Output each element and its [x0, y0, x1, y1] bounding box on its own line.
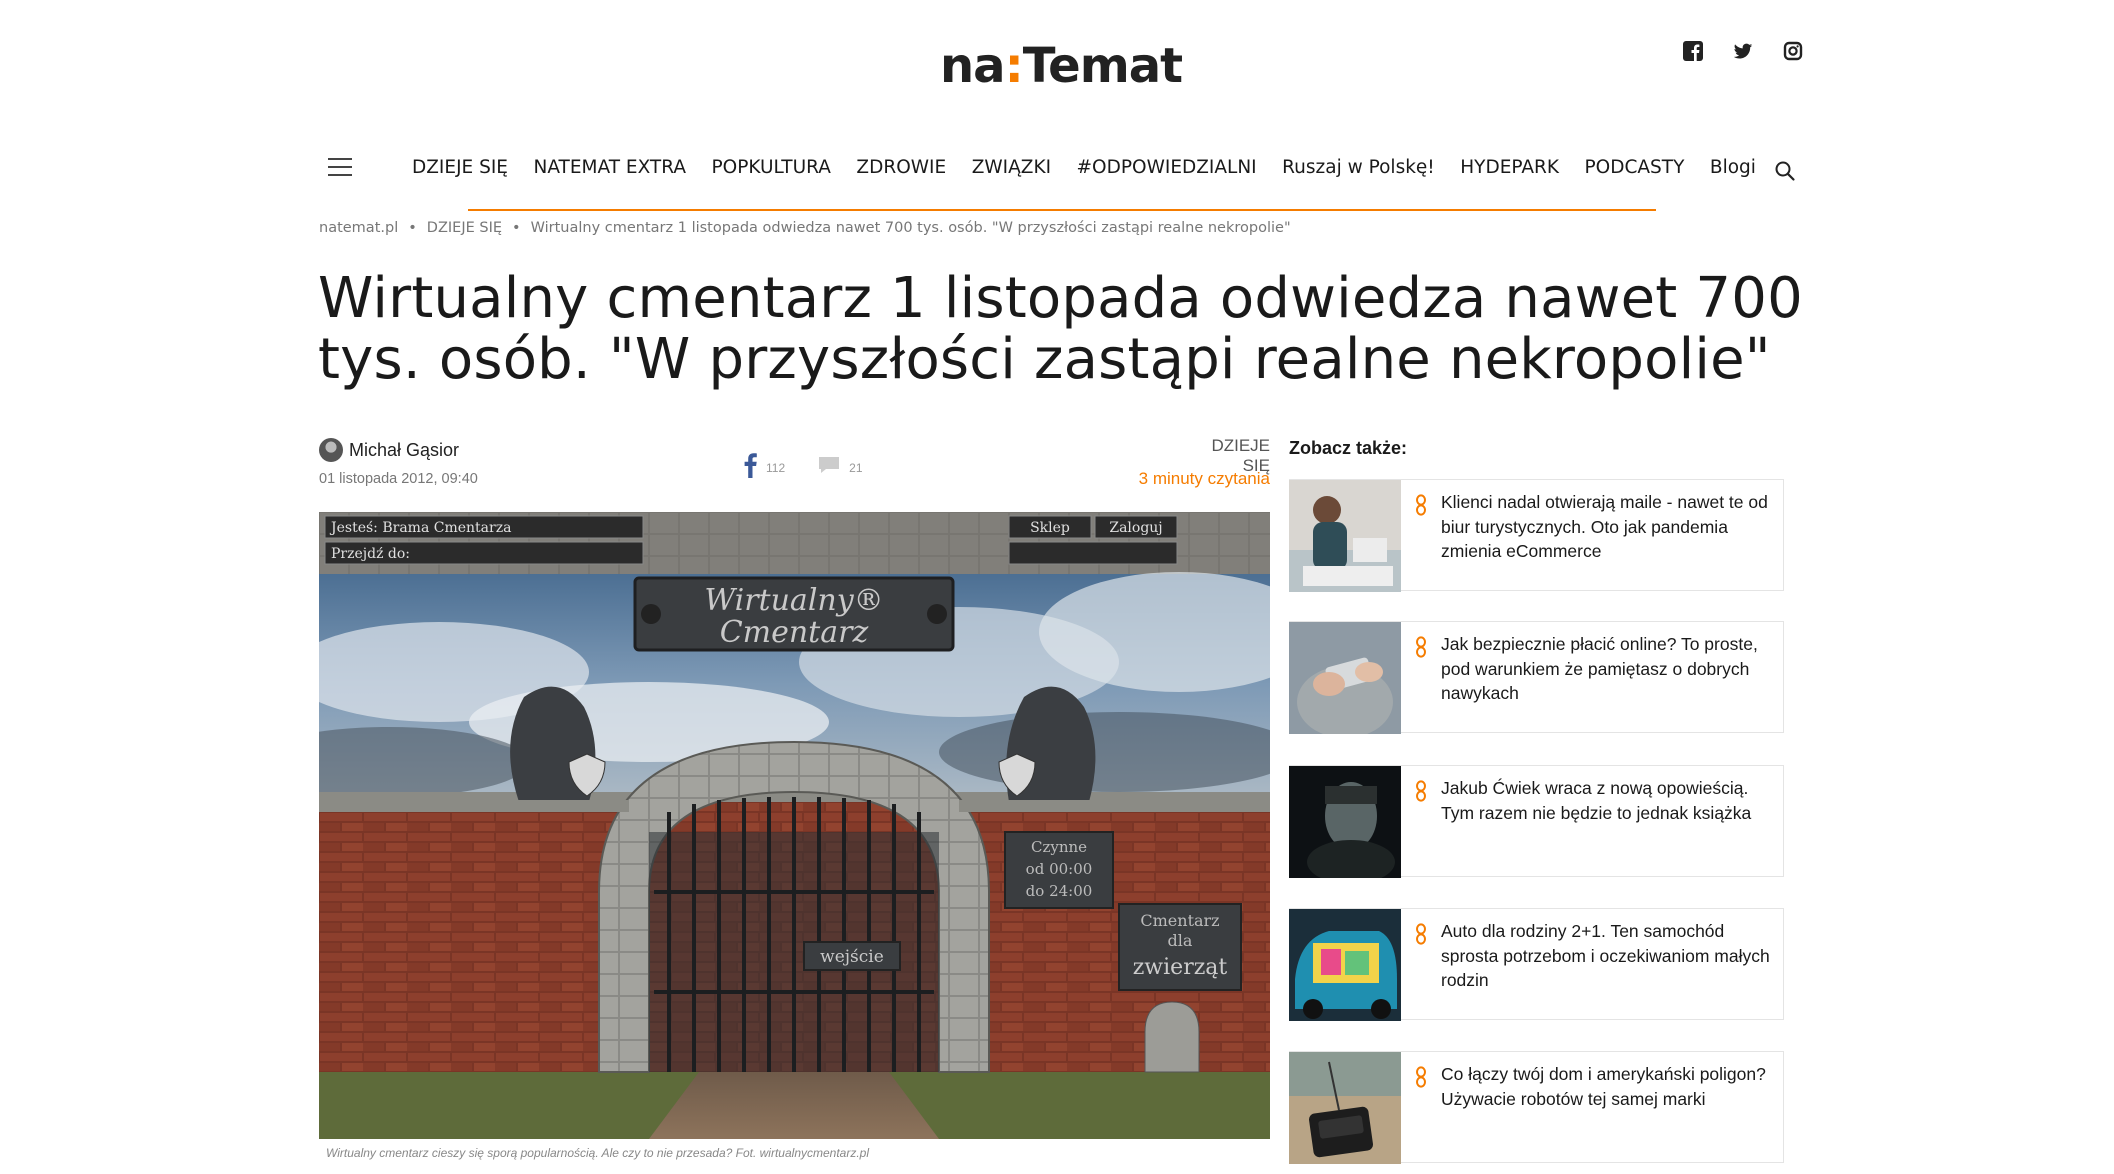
hero-hours-from: od 00:00	[1026, 860, 1093, 878]
nav-item-zdrowie[interactable]: ZDROWIE	[856, 153, 946, 183]
share-bar: 112 21	[742, 452, 887, 483]
author-name[interactable]: Michał Gąsior	[349, 440, 459, 461]
link-chain-icon	[1415, 780, 1435, 876]
breadcrumb-separator: •	[512, 220, 521, 236]
article-hero-image: Wirtualny® Cmentarz Jesteś: Brama Cmenta…	[319, 512, 1270, 1139]
related-article-thumbnail[interactable]	[1289, 622, 1401, 734]
nav-item-podcasty[interactable]: PODCASTY	[1585, 153, 1685, 183]
hero-goto-label: Przejdź do:	[331, 546, 410, 562]
related-article-title[interactable]: Auto dla rodziny 2+1. Ten samochód spros…	[1435, 909, 1783, 1019]
related-article-card[interactable]: Klienci nadal otwierają maile - nawet te…	[1289, 479, 1784, 592]
instagram-icon[interactable]	[1782, 40, 1804, 62]
facebook-share-count: 112	[766, 460, 786, 475]
related-article-title[interactable]: Klienci nadal otwierają maile - nawet te…	[1435, 480, 1783, 590]
related-article-thumbnail[interactable]	[1289, 480, 1401, 592]
related-article-card[interactable]: Jakub Ćwiek wraca z nową opowieścią. Tym…	[1289, 765, 1784, 878]
hero-pets-line3: zwierząt	[1133, 955, 1228, 980]
facebook-icon[interactable]	[1682, 40, 1704, 62]
link-chain-icon	[1415, 1066, 1435, 1162]
nav-item-popkultura[interactable]: POPKULTURA	[712, 153, 831, 183]
article-title: Wirtualny cmentarz 1 listopada odwiedza …	[318, 266, 1803, 392]
main-nav: DZIEJE SIĘ NATEMAT EXTRA POPKULTURA ZDRO…	[412, 153, 1781, 183]
related-article-card[interactable]: Auto dla rodziny 2+1. Ten samochód spros…	[1289, 908, 1784, 1021]
menu-icon[interactable]	[328, 158, 352, 176]
link-chain-icon	[1415, 923, 1435, 1019]
breadcrumb-separator: •	[408, 220, 417, 236]
nav-item-natemat-extra[interactable]: NATEMAT EXTRA	[533, 153, 686, 183]
comment-count: 21	[849, 460, 863, 475]
facebook-share-icon[interactable]	[742, 452, 758, 483]
breadcrumb-home[interactable]: natemat.pl	[319, 220, 398, 236]
hero-sign-line1: Wirtualny®	[704, 583, 883, 618]
related-article-thumbnail[interactable]	[1289, 1052, 1401, 1164]
related-article-thumbnail[interactable]	[1289, 766, 1401, 878]
breadcrumb-section[interactable]: DZIEJE SIĘ	[427, 220, 502, 236]
hero-pets-line1: Cmentarz	[1140, 911, 1219, 930]
related-article-card[interactable]: Co łączy twój dom i amerykański poligon?…	[1289, 1051, 1784, 1164]
see-also-heading: Zobacz także:	[1289, 438, 1408, 458]
hero-pets-line2: dla	[1168, 931, 1193, 950]
related-article-thumbnail[interactable]	[1289, 909, 1401, 1021]
hero-shop-label: Sklep	[1030, 520, 1070, 536]
nav-item-zwiazki[interactable]: ZWIĄZKI	[972, 153, 1051, 183]
nav-underline	[468, 209, 1656, 211]
hero-login-label: Zaloguj	[1109, 520, 1162, 536]
hero-hours-to: do 24:00	[1026, 882, 1093, 900]
nav-item-hydepark[interactable]: HYDEPARK	[1460, 153, 1559, 183]
related-article-title[interactable]: Jak bezpiecznie płacić online? To proste…	[1435, 622, 1783, 732]
site-logo[interactable]: na:Temat	[940, 38, 1183, 98]
nav-item-dzieje-sie[interactable]: DZIEJE SIĘ	[412, 153, 508, 183]
nav-item-ruszaj-w-polske[interactable]: Ruszaj w Polskę!	[1282, 153, 1435, 183]
hero-location-label: Jesteś: Brama Cmentarza	[329, 520, 511, 536]
link-chain-icon	[1415, 494, 1435, 590]
image-caption: Wirtualny cmentarz cieszy się sporą popu…	[326, 1146, 870, 1160]
read-time: 3 minuty czytania	[1138, 469, 1270, 488]
hero-hours-title: Czynne	[1031, 838, 1087, 856]
nav-item-blogi[interactable]: Blogi	[1710, 153, 1756, 183]
link-chain-icon	[1415, 636, 1435, 732]
related-article-title[interactable]: Co łączy twój dom i amerykański poligon?…	[1435, 1052, 1783, 1162]
breadcrumb-current: Wirtualny cmentarz 1 listopada odwiedza …	[530, 220, 1291, 236]
twitter-icon[interactable]	[1732, 40, 1754, 62]
social-links	[1682, 40, 1804, 62]
author: Michał Gąsior	[319, 438, 459, 462]
search-icon[interactable]	[1774, 160, 1796, 182]
nav-item-odpowiedzialni[interactable]: #ODPOWIEDZIALNI	[1077, 153, 1257, 183]
hero-sign-line2: Cmentarz	[720, 615, 869, 650]
publish-date: 01 listopada 2012, 09:40	[319, 471, 478, 487]
avatar[interactable]	[319, 438, 343, 462]
breadcrumb: natemat.pl • DZIEJE SIĘ • Wirtualny cmen…	[319, 220, 1291, 236]
comment-icon[interactable]	[817, 455, 841, 480]
related-article-card[interactable]: Jak bezpiecznie płacić online? To proste…	[1289, 621, 1784, 734]
hero-entrance-label: wejście	[820, 947, 884, 967]
related-article-title[interactable]: Jakub Ćwiek wraca z nową opowieścią. Tym…	[1435, 766, 1783, 876]
